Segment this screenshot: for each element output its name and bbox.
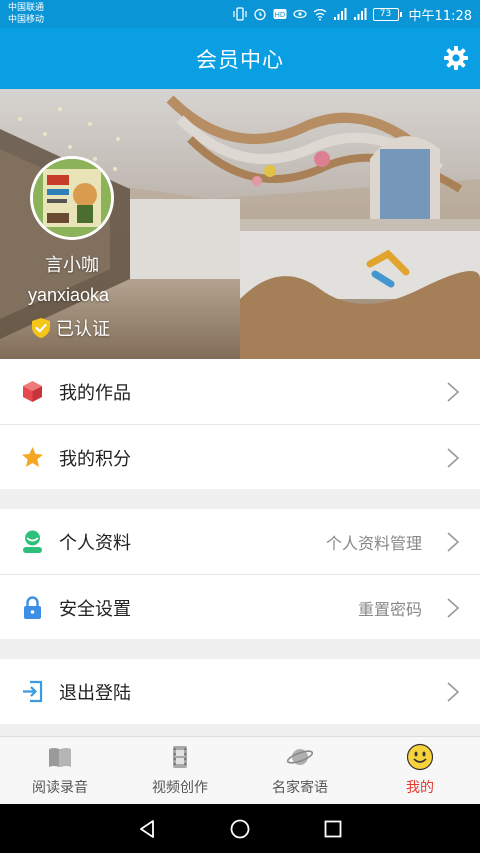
system-navigation-bar [0,804,480,853]
carrier-2: 中国移动 [8,15,45,25]
menu-item-security[interactable]: 安全设置 重置密码 [0,574,480,639]
planet-icon [286,749,314,765]
menu-value: 个人资料管理 [325,534,422,553]
settings-button[interactable] [442,44,470,72]
avatar-image [33,159,111,237]
star-icon [22,447,43,467]
carrier-info: 中国联通 中国移动 [8,2,44,26]
verified-label: 已认证 [56,319,110,340]
username: yanxiaoka [28,285,110,305]
recents-square-icon[interactable] [322,818,344,840]
cube-icon [23,381,42,402]
signal-icon [353,7,367,21]
battery-indicator: 73 [372,7,402,21]
verified-status: 已认证 [30,315,110,341]
chevron-right-icon [447,682,460,702]
tab-reading[interactable]: 阅读录音 [0,737,120,804]
clock: 中午11:28 [408,8,472,24]
menu-item-my-points[interactable]: 我的积分 [0,424,480,489]
menu-label: 我的作品 [59,383,131,404]
menu-group-account: 个人资料 个人资料管理 安全设置 重置密码 [0,509,480,639]
chevron-right-icon [447,382,460,402]
bottom-tab-bar: 阅读录音 视频创作 名家寄语 我的 [0,736,480,804]
home-circle-icon[interactable] [229,818,251,840]
person-icon [23,530,42,553]
avatar[interactable] [30,156,114,240]
menu-label: 我的积分 [59,449,131,470]
vibrate-icon [232,7,247,21]
smiley-icon [406,743,434,771]
menu-item-logout[interactable]: 退出登陆 [0,659,480,724]
book-icon [49,748,71,767]
page-title: 会员中心 [196,48,284,72]
lock-icon [24,596,41,619]
menu-group-works: 我的作品 我的积分 [0,359,480,489]
chevron-right-icon [447,532,460,552]
tab-label: 我的 [406,780,434,796]
hd-icon: HD [273,7,287,21]
menu-item-my-works[interactable]: 我的作品 [0,359,480,424]
chevron-right-icon [447,448,460,468]
menu-group-logout: 退出登陆 [0,659,480,724]
chevron-right-icon [447,598,460,618]
eye-icon [292,7,307,21]
menu-label: 个人资料 [59,533,131,554]
status-icons: HD 73 中午11:28 [232,5,472,24]
tab-label: 阅读录音 [32,780,88,796]
tab-mine[interactable]: 我的 [360,737,480,804]
user-name: 言小咖 [45,255,99,276]
carrier-1: 中国联通 [8,3,45,13]
tab-video[interactable]: 视频创作 [120,737,240,804]
alarm-icon [253,7,267,21]
menu-label: 退出登陆 [59,683,131,704]
shield-check-icon [32,318,50,338]
film-icon [173,746,187,768]
tab-label: 名家寄语 [272,780,328,796]
menu-item-profile[interactable]: 个人资料 个人资料管理 [0,509,480,574]
profile-banner: 言小咖 yanxiaoka 已认证 [0,89,480,359]
menu-label: 安全设置 [59,599,131,620]
tab-famous-words[interactable]: 名家寄语 [240,737,360,804]
tab-label: 视频创作 [152,780,208,796]
signal-icon [333,7,347,21]
svg-text:HD: HD [274,11,285,19]
status-bar: 中国联通 中国移动 HD 73 中午11:28 [0,0,480,28]
gear-icon [444,46,468,70]
back-triangle-icon[interactable] [136,818,158,840]
title-bar: 会员中心 [0,28,480,89]
wifi-icon [313,7,327,21]
menu-value: 重置密码 [357,600,422,619]
logout-icon [23,680,43,703]
